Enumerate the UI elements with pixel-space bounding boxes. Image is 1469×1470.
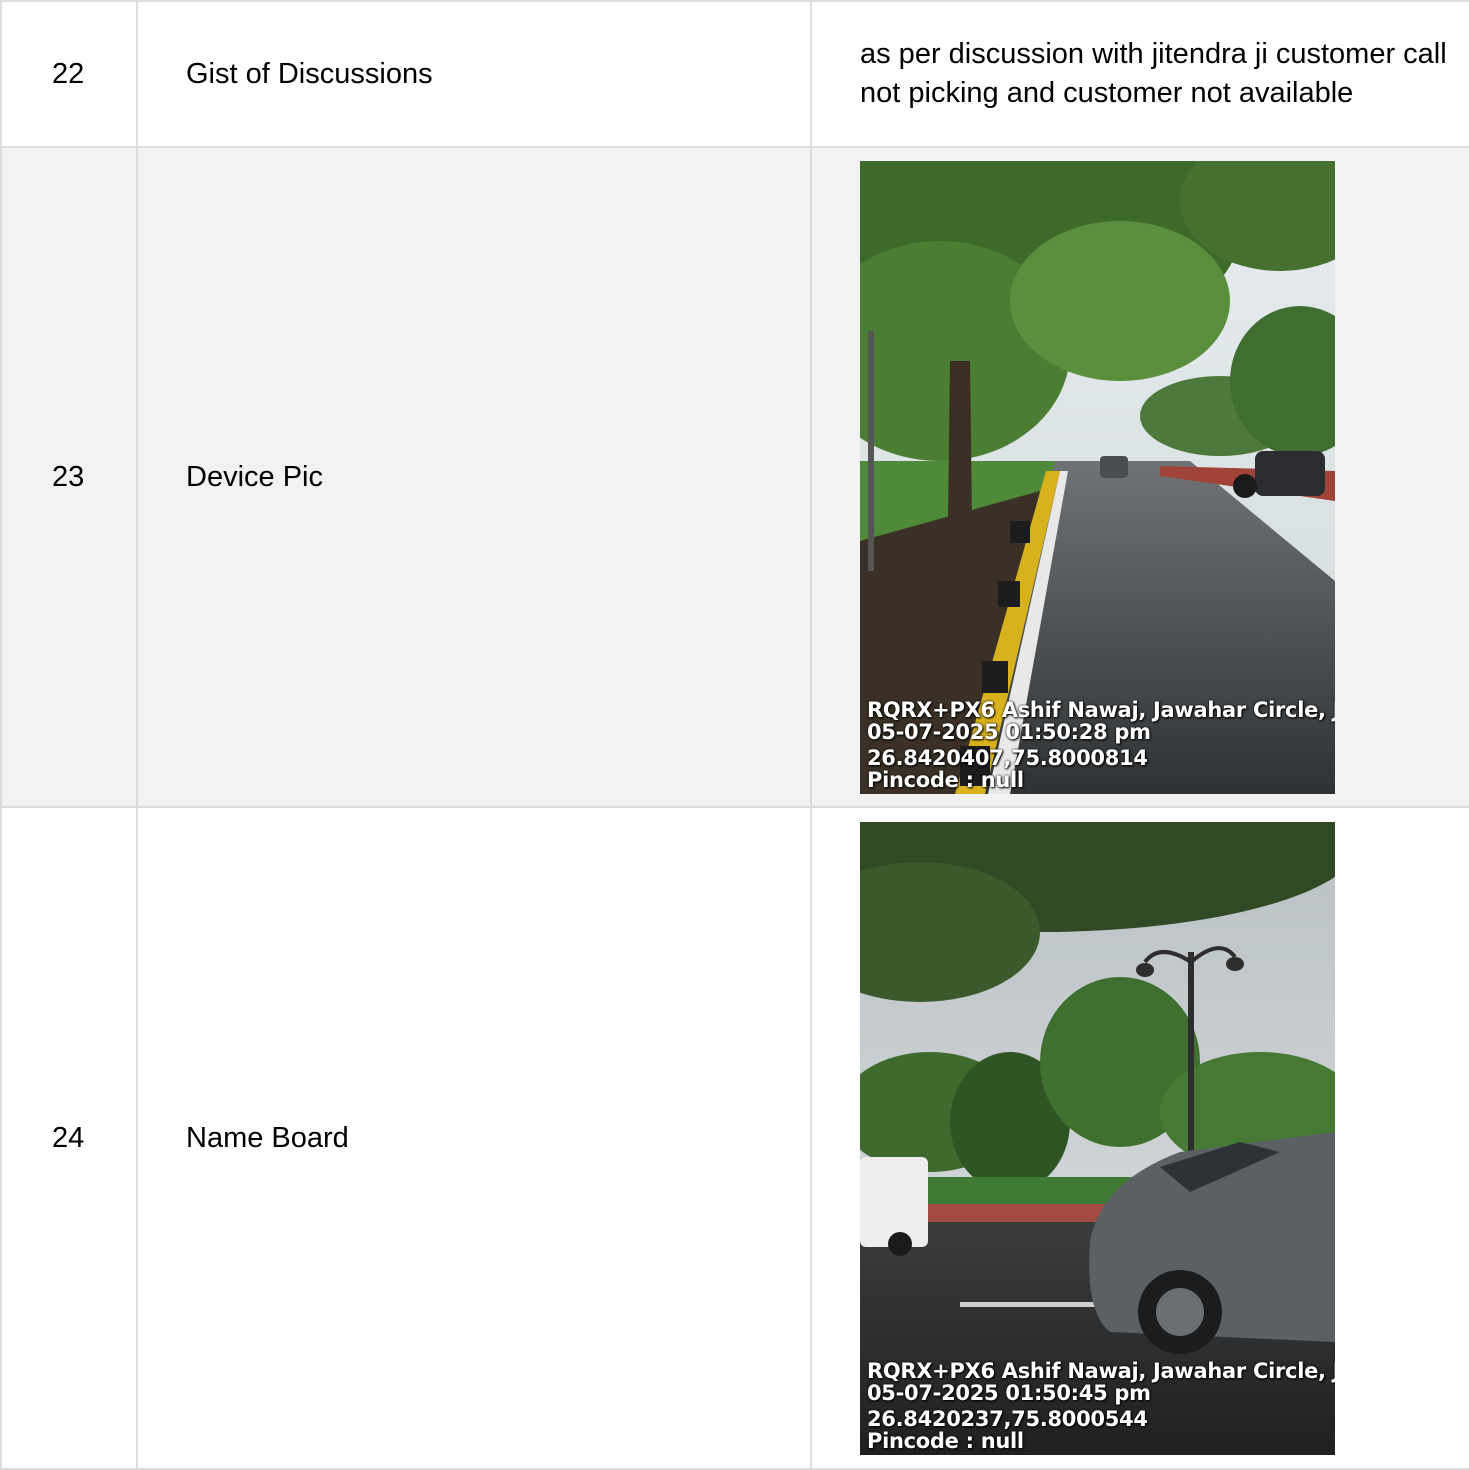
field-value: as per discussion with jitendra ji custo… — [810, 0, 1469, 148]
device-photo: RQRX+PX6 Ashif Nawaj, Jawahar Circle, Ja… — [860, 160, 1335, 794]
photo-stamp: RQRX+PX6 Ashif Nawaj, Jawahar Circle, Ja… — [867, 699, 1335, 791]
field-label: Device Pic — [136, 146, 812, 808]
field-value: RQRX+PX6 Ashif Nawaj, Jawahar Circle, Ja… — [810, 806, 1469, 1470]
photo-stamp: RQRX+PX6 Ashif Nawaj, Jawahar Circle, Ja… — [867, 1360, 1335, 1452]
stamp-address: RQRX+PX6 Ashif Nawaj, Jawahar Circle, Ja… — [867, 1358, 1335, 1383]
stamp-coordinates: 26.8420407,75.8000814 — [867, 745, 1148, 770]
stamp-coordinates: 26.8420237,75.8000544 — [867, 1406, 1148, 1431]
stamp-datetime: 05-07-2025 01:50:28 pm — [867, 719, 1151, 744]
field-label: Gist of Discussions — [136, 0, 812, 148]
row-number: 22 — [0, 0, 138, 148]
table-row: 24 Name Board RQRX+PX6 Ashif Nawaj, Jawa… — [0, 806, 1469, 1470]
stamp-address: RQRX+PX6 Ashif Nawaj, Jawahar Circle, Ja… — [867, 697, 1335, 722]
report-table: 22 Gist of Discussions as per discussion… — [0, 0, 1469, 1470]
row-number: 23 — [0, 146, 138, 808]
row-number: 24 — [0, 806, 138, 1470]
stamp-pincode: Pincode : null — [867, 767, 1024, 792]
field-value: RQRX+PX6 Ashif Nawaj, Jawahar Circle, Ja… — [810, 146, 1469, 808]
field-label: Name Board — [136, 806, 812, 1470]
stamp-datetime: 05-07-2025 01:50:45 pm — [867, 1380, 1151, 1405]
stamp-pincode: Pincode : null — [867, 1428, 1024, 1453]
table-row: 22 Gist of Discussions as per discussion… — [0, 0, 1469, 148]
table-row: 23 Device Pic RQRX+PX6 Ashif Nawaj, Jawa… — [0, 146, 1469, 808]
name-board-photo: RQRX+PX6 Ashif Nawaj, Jawahar Circle, Ja… — [860, 821, 1335, 1455]
